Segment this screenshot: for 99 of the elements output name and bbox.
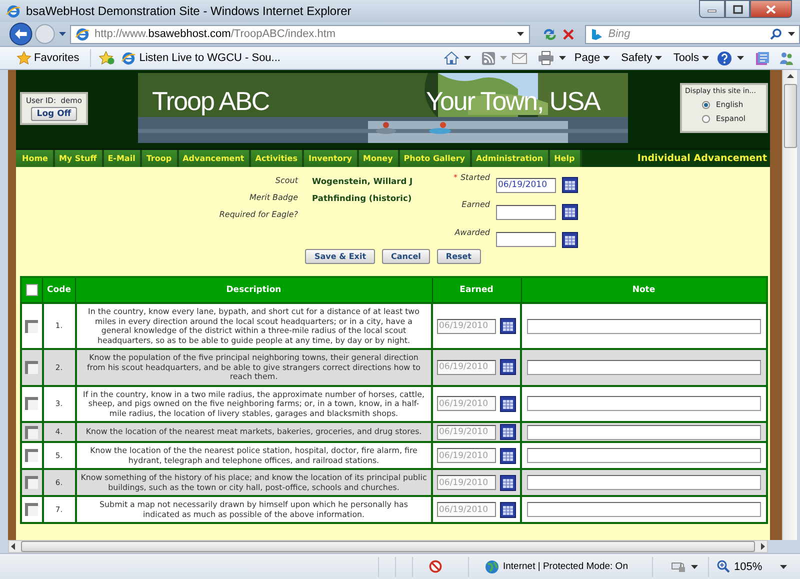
- browser-icon: [6, 4, 21, 18]
- window-title: bsaWebHost Demonstration Site - Windows Internet Explorer: [26, 4, 352, 18]
- note-field[interactable]: [527, 475, 761, 490]
- zone-status: Internet | Protected Mode: On: [503, 561, 628, 572]
- form-button[interactable]: Reset: [436, 249, 481, 264]
- calendar-icon[interactable]: [562, 204, 578, 220]
- caret-icon[interactable]: [603, 56, 610, 60]
- form-button[interactable]: Cancel: [382, 249, 430, 264]
- scroll-thumb[interactable]: [784, 84, 796, 148]
- caret-icon[interactable]: [702, 56, 709, 60]
- note-field[interactable]: [527, 448, 761, 463]
- search-icon[interactable]: [770, 28, 782, 40]
- caret-icon[interactable]: [780, 564, 788, 568]
- checkbox[interactable]: [25, 426, 38, 438]
- calendar-icon[interactable]: [562, 177, 578, 194]
- calendar-icon[interactable]: [562, 232, 578, 248]
- site-icon: [121, 50, 136, 66]
- vertical-scrollbar[interactable]: [782, 70, 797, 540]
- calendar-icon[interactable]: [500, 502, 516, 518]
- zoom-icon[interactable]: [716, 560, 730, 573]
- calendar-icon[interactable]: [500, 396, 516, 412]
- caret-icon[interactable]: [655, 56, 662, 60]
- column-header: Description: [76, 277, 432, 303]
- caret-icon[interactable]: [516, 32, 524, 36]
- form-button[interactable]: Save & Exit: [305, 249, 376, 264]
- caret-icon[interactable]: [464, 56, 472, 60]
- print-icon[interactable]: [538, 51, 554, 65]
- page-icon: [75, 26, 90, 42]
- star-icon: [17, 51, 31, 65]
- field-value: Pathfinding (historic): [312, 193, 413, 203]
- note-field[interactable]: [527, 502, 761, 517]
- menu-button[interactable]: Safety: [618, 52, 666, 64]
- maximize-button[interactable]: [725, 0, 750, 18]
- field-label: Earned: [460, 199, 490, 212]
- blocked-icon[interactable]: [429, 560, 442, 573]
- field-value: Wogenstein, Willard J: [312, 176, 414, 186]
- add-favorite-icon[interactable]: [99, 51, 116, 65]
- radio-button[interactable]: [702, 100, 710, 108]
- note-field[interactable]: [527, 396, 761, 412]
- banner-subtitle: Your Town, USA: [426, 86, 600, 117]
- mail-icon[interactable]: [512, 52, 528, 64]
- checkbox[interactable]: [25, 397, 38, 410]
- globe-icon: [485, 560, 499, 574]
- radio-button[interactable]: [702, 114, 710, 122]
- calendar-icon[interactable]: [500, 318, 516, 334]
- scroll-right-icon[interactable]: [759, 542, 767, 551]
- favorite-link[interactable]: Listen Live to WGCU - Sou...: [136, 52, 284, 64]
- field-label: Merit Badge: [248, 192, 298, 204]
- stop-icon[interactable]: [563, 28, 574, 40]
- field-label: * Started: [452, 172, 490, 184]
- page-title: Individual Advancement: [636, 152, 768, 166]
- note-field[interactable]: [527, 424, 761, 440]
- checkbox[interactable]: [25, 449, 38, 462]
- select-all-checkbox[interactable]: [26, 284, 38, 296]
- calendar-icon[interactable]: [500, 474, 516, 490]
- logo-icon: [590, 28, 604, 40]
- field-label: Awarded: [454, 226, 490, 239]
- caret-icon[interactable]: [788, 32, 795, 36]
- notes-icon[interactable]: [755, 50, 770, 66]
- note-field[interactable]: [527, 318, 761, 334]
- scroll-left-icon[interactable]: [9, 542, 17, 551]
- minimize-button[interactable]: [699, 0, 725, 18]
- back-button[interactable]: [8, 22, 34, 46]
- column-header: Code: [42, 277, 76, 303]
- favorites-button[interactable]: Favorites: [14, 51, 82, 65]
- date-field[interactable]: [496, 232, 556, 248]
- close-icon: [766, 4, 776, 14]
- field-label: Scout: [274, 175, 298, 187]
- address-field[interactable]: http://www.bsawebhost.com/TroopABC/index.htm: [70, 24, 530, 44]
- calendar-icon[interactable]: [500, 359, 516, 376]
- calendar-icon[interactable]: [500, 424, 516, 440]
- caret-icon[interactable]: [737, 56, 744, 60]
- search-field[interactable]: Bing: [585, 24, 800, 44]
- note-field[interactable]: [527, 360, 761, 375]
- checkbox[interactable]: [25, 360, 38, 374]
- home-icon[interactable]: [444, 51, 460, 65]
- banner-title: Troop ABC: [152, 86, 270, 117]
- checkbox[interactable]: [25, 503, 38, 516]
- horizontal-scrollbar[interactable]: [8, 540, 768, 553]
- caret-icon[interactable]: [690, 564, 698, 568]
- caret-icon[interactable]: [559, 56, 566, 60]
- checkbox[interactable]: [25, 476, 38, 489]
- menu-button[interactable]: Tools: [670, 52, 712, 64]
- zoom-level[interactable]: 105%: [734, 560, 762, 572]
- log-off-button[interactable]: Log Off: [30, 107, 78, 121]
- help-icon[interactable]: [717, 50, 732, 66]
- maximize-icon: [732, 4, 742, 14]
- menu-button[interactable]: Page: [571, 52, 614, 64]
- checkbox[interactable]: [25, 320, 38, 332]
- column-header: Earned: [432, 277, 521, 303]
- date-field[interactable]: [496, 204, 556, 220]
- calendar-icon[interactable]: [500, 448, 516, 464]
- refresh-icon[interactable]: [542, 27, 558, 41]
- field-label: Required for Eagle?: [218, 209, 298, 221]
- date-field[interactable]: 06/19/2010: [496, 178, 556, 193]
- column-header: Note: [521, 277, 767, 303]
- feed-icon[interactable]: [482, 52, 496, 64]
- close-button[interactable]: [750, 0, 792, 18]
- people-icon[interactable]: [779, 50, 794, 66]
